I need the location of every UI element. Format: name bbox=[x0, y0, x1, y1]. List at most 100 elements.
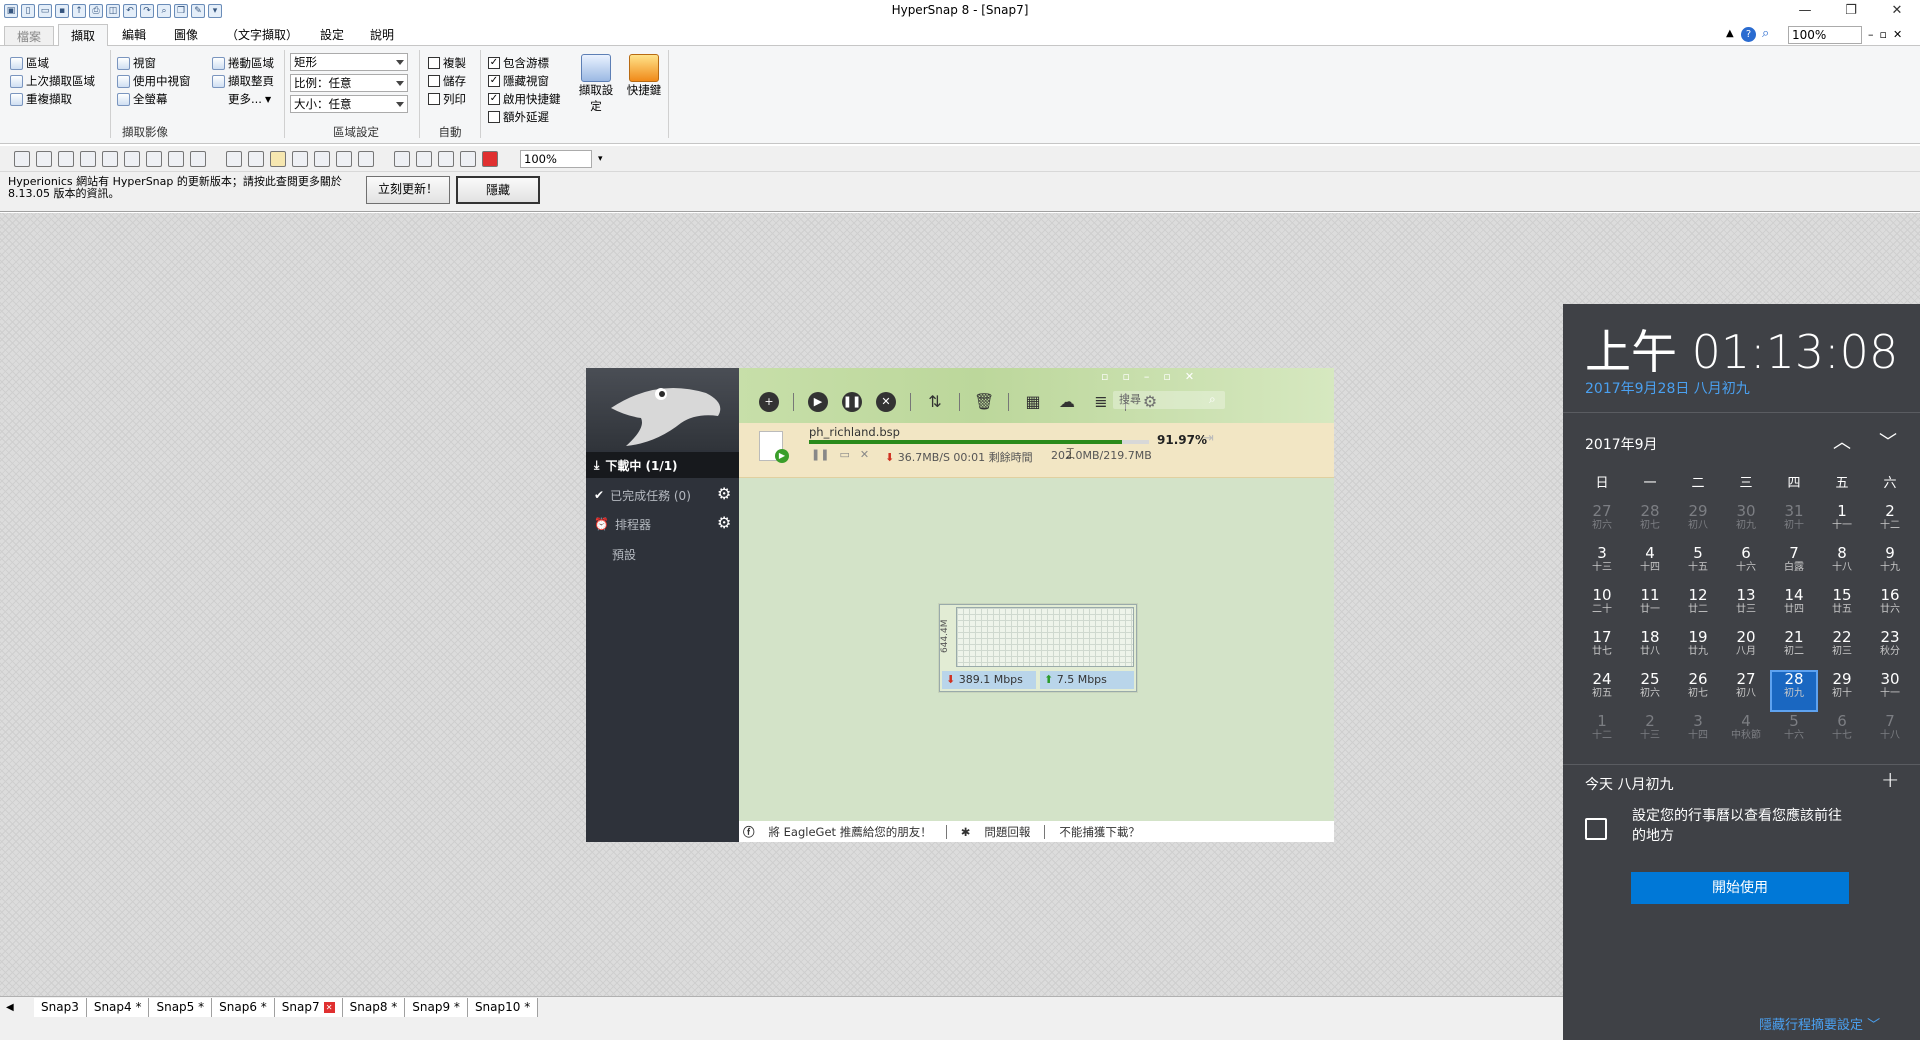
tab-text-capture[interactable]: （文字擷取） bbox=[214, 24, 310, 46]
collapse-ribbon-icon[interactable]: ▲ bbox=[1726, 28, 1734, 39]
calendar-day[interactable]: 6 十七 bbox=[1818, 712, 1866, 754]
snap-tab[interactable]: Snap8 * bbox=[342, 998, 406, 1017]
snap-tab[interactable]: Snap4 * bbox=[86, 998, 150, 1017]
properties-icon[interactable] bbox=[146, 151, 162, 167]
calendar-day[interactable]: 30 初九 bbox=[1722, 502, 1770, 544]
tab-help[interactable]: 說明 bbox=[358, 24, 406, 46]
add-icon[interactable]: + bbox=[759, 392, 779, 412]
calendar-day[interactable]: 24 初五 bbox=[1578, 670, 1626, 712]
month-label[interactable]: 2017年9月 bbox=[1585, 434, 1658, 454]
cloud-download-icon[interactable]: ☁ bbox=[1057, 392, 1077, 412]
cancel-icon[interactable]: ✕ bbox=[860, 448, 869, 461]
close-button[interactable]: ✕ bbox=[1874, 0, 1920, 21]
calendar-day[interactable]: 8 十八 bbox=[1818, 544, 1866, 586]
update-now-button[interactable]: 立刻更新！ bbox=[366, 176, 450, 204]
effects-icon[interactable] bbox=[438, 151, 454, 167]
facebook-icon[interactable]: ⓕ bbox=[743, 824, 755, 840]
frame-icon[interactable] bbox=[358, 151, 374, 167]
shape-select[interactable]: 矩形 bbox=[290, 53, 408, 71]
open-icon[interactable] bbox=[36, 151, 52, 167]
ribbon-zoom-select[interactable]: 100% bbox=[1788, 26, 1862, 44]
find-icon[interactable] bbox=[124, 151, 140, 167]
feedback-link[interactable]: 問題回報 bbox=[984, 824, 1030, 840]
trash-icon[interactable]: 🗑 bbox=[974, 392, 994, 412]
crop-icon[interactable] bbox=[292, 151, 308, 167]
calendar-day-today[interactable]: 28 初九 bbox=[1770, 670, 1818, 712]
open-folder-icon[interactable]: ⇥ bbox=[1203, 431, 1214, 446]
calendar-day[interactable]: 28 初七 bbox=[1626, 502, 1674, 544]
folder-icon[interactable]: ▭ bbox=[839, 448, 849, 461]
whole-page-button[interactable]: 擷取整頁 bbox=[212, 72, 274, 90]
more-button[interactable]: 更多... ▼ bbox=[212, 90, 274, 108]
eg-default-item[interactable]: 預設 bbox=[586, 541, 739, 567]
get-started-button[interactable]: 開始使用 bbox=[1631, 872, 1849, 904]
tab-edit[interactable]: 編輯 bbox=[110, 24, 158, 46]
hide-notice-button[interactable]: 隱藏 bbox=[456, 176, 540, 204]
auto-save-checkbox[interactable]: 儲存 bbox=[428, 72, 466, 90]
update-notice-text[interactable]: Hyperionics 網站有 HyperSnap 的更新版本；請按此查閱更多關… bbox=[8, 176, 348, 200]
stop-icon[interactable]: ✕ bbox=[876, 392, 896, 412]
extra-delay-checkbox[interactable]: 額外延遲 bbox=[488, 108, 561, 126]
hide-agenda-link[interactable]: 隱藏行程摘要設定 ﹀ bbox=[1759, 1014, 1880, 1033]
calendar-day[interactable]: 5 十五 bbox=[1674, 544, 1722, 586]
gear-icon[interactable]: ⚙ bbox=[717, 513, 731, 532]
calendar-day[interactable]: 18 廿八 bbox=[1626, 628, 1674, 670]
enable-hotkeys-checkbox[interactable]: ✓ 啟用快捷鍵 bbox=[488, 90, 561, 108]
calendar-day[interactable]: 27 初八 bbox=[1722, 670, 1770, 712]
save-all-icon[interactable] bbox=[102, 151, 118, 167]
recommend-link[interactable]: 將 EagleGet 推薦給您的朋友！ bbox=[769, 824, 932, 840]
calendar-day[interactable]: 12 廿二 bbox=[1674, 586, 1722, 628]
sort-icon[interactable]: ⇅ bbox=[925, 392, 945, 412]
calendar-day[interactable]: 7 十八 bbox=[1866, 712, 1914, 754]
grid-icon[interactable] bbox=[226, 151, 242, 167]
edit-icon[interactable] bbox=[460, 151, 476, 167]
pause-icon[interactable]: ❚❚ bbox=[842, 392, 862, 412]
calendar-day[interactable]: 15 廿五 bbox=[1818, 586, 1866, 628]
calendar-day[interactable]: 1 十二 bbox=[1578, 712, 1626, 754]
calendar-day[interactable]: 2 十二 bbox=[1866, 502, 1914, 544]
snap-tab[interactable]: Snap9 * bbox=[405, 998, 468, 1017]
region-button[interactable]: 區域 bbox=[10, 54, 95, 72]
calendar-day[interactable]: 29 初十 bbox=[1818, 670, 1866, 712]
calendar-day[interactable]: 6 十六 bbox=[1722, 544, 1770, 586]
capture-settings-button[interactable]: 擷取設定 bbox=[576, 54, 616, 114]
hotkeys-button[interactable]: 快捷鍵 bbox=[624, 54, 664, 98]
clock-date[interactable]: 2017年9月28日 八月初九 bbox=[1585, 378, 1750, 398]
include-cursor-checkbox[interactable]: ✓ 包含游標 bbox=[488, 54, 561, 72]
calendar-day[interactable]: 14 廿四 bbox=[1770, 586, 1818, 628]
calendar-day[interactable]: 20 八月 bbox=[1722, 628, 1770, 670]
save-icon[interactable] bbox=[80, 151, 96, 167]
calendar-day[interactable]: 5 十六 bbox=[1770, 712, 1818, 754]
calendar-day[interactable]: 21 初二 bbox=[1770, 628, 1818, 670]
tab-file[interactable]: 檔案 bbox=[4, 26, 55, 46]
eg-downloading-item[interactable]: ⤓ 下載中 (1/1) bbox=[586, 452, 739, 478]
calendar-day[interactable]: 27 初六 bbox=[1578, 502, 1626, 544]
chevron-up-icon[interactable]: ︿ bbox=[1833, 428, 1851, 454]
ratio-select[interactable]: 比例：任意 bbox=[290, 74, 408, 92]
mdi-window-controls[interactable]: –▫✕ bbox=[1868, 28, 1908, 41]
calendar-day[interactable]: 29 初八 bbox=[1674, 502, 1722, 544]
window-button[interactable]: 視窗 bbox=[117, 54, 191, 72]
calendar-day[interactable]: 13 廿三 bbox=[1722, 586, 1770, 628]
calendar-day[interactable]: 2 十三 bbox=[1626, 712, 1674, 754]
resize-icon[interactable] bbox=[416, 151, 432, 167]
chevron-down-icon[interactable]: ﹀ bbox=[1879, 428, 1897, 454]
snap-tab[interactable]: Snap5 * bbox=[149, 998, 213, 1017]
video-icon[interactable]: ▦ bbox=[1023, 392, 1043, 412]
tab-settings[interactable]: 設定 bbox=[308, 24, 356, 46]
auto-copy-checkbox[interactable]: 複製 bbox=[428, 54, 466, 72]
new-icon[interactable] bbox=[14, 151, 30, 167]
calendar-day[interactable]: 25 初六 bbox=[1626, 670, 1674, 712]
hide-window-checkbox[interactable]: ✓ 隱藏視窗 bbox=[488, 72, 561, 90]
calendar-day[interactable]: 17 廿七 bbox=[1578, 628, 1626, 670]
pause-icon[interactable]: ❚❚ bbox=[811, 448, 829, 461]
last-region-button[interactable]: 上次擷取區域 bbox=[10, 72, 95, 90]
close-tab-icon[interactable]: ✕ bbox=[323, 1002, 335, 1013]
snap-tab[interactable]: Snap10 * bbox=[467, 998, 539, 1017]
help-icon[interactable]: ? bbox=[1741, 27, 1756, 42]
calendar-day[interactable]: 9 十九 bbox=[1866, 544, 1914, 586]
calendar-day[interactable]: 31 初十 bbox=[1770, 502, 1818, 544]
hand-icon[interactable] bbox=[270, 151, 286, 167]
stop-icon[interactable] bbox=[482, 151, 498, 167]
draw-icon[interactable] bbox=[336, 151, 352, 167]
